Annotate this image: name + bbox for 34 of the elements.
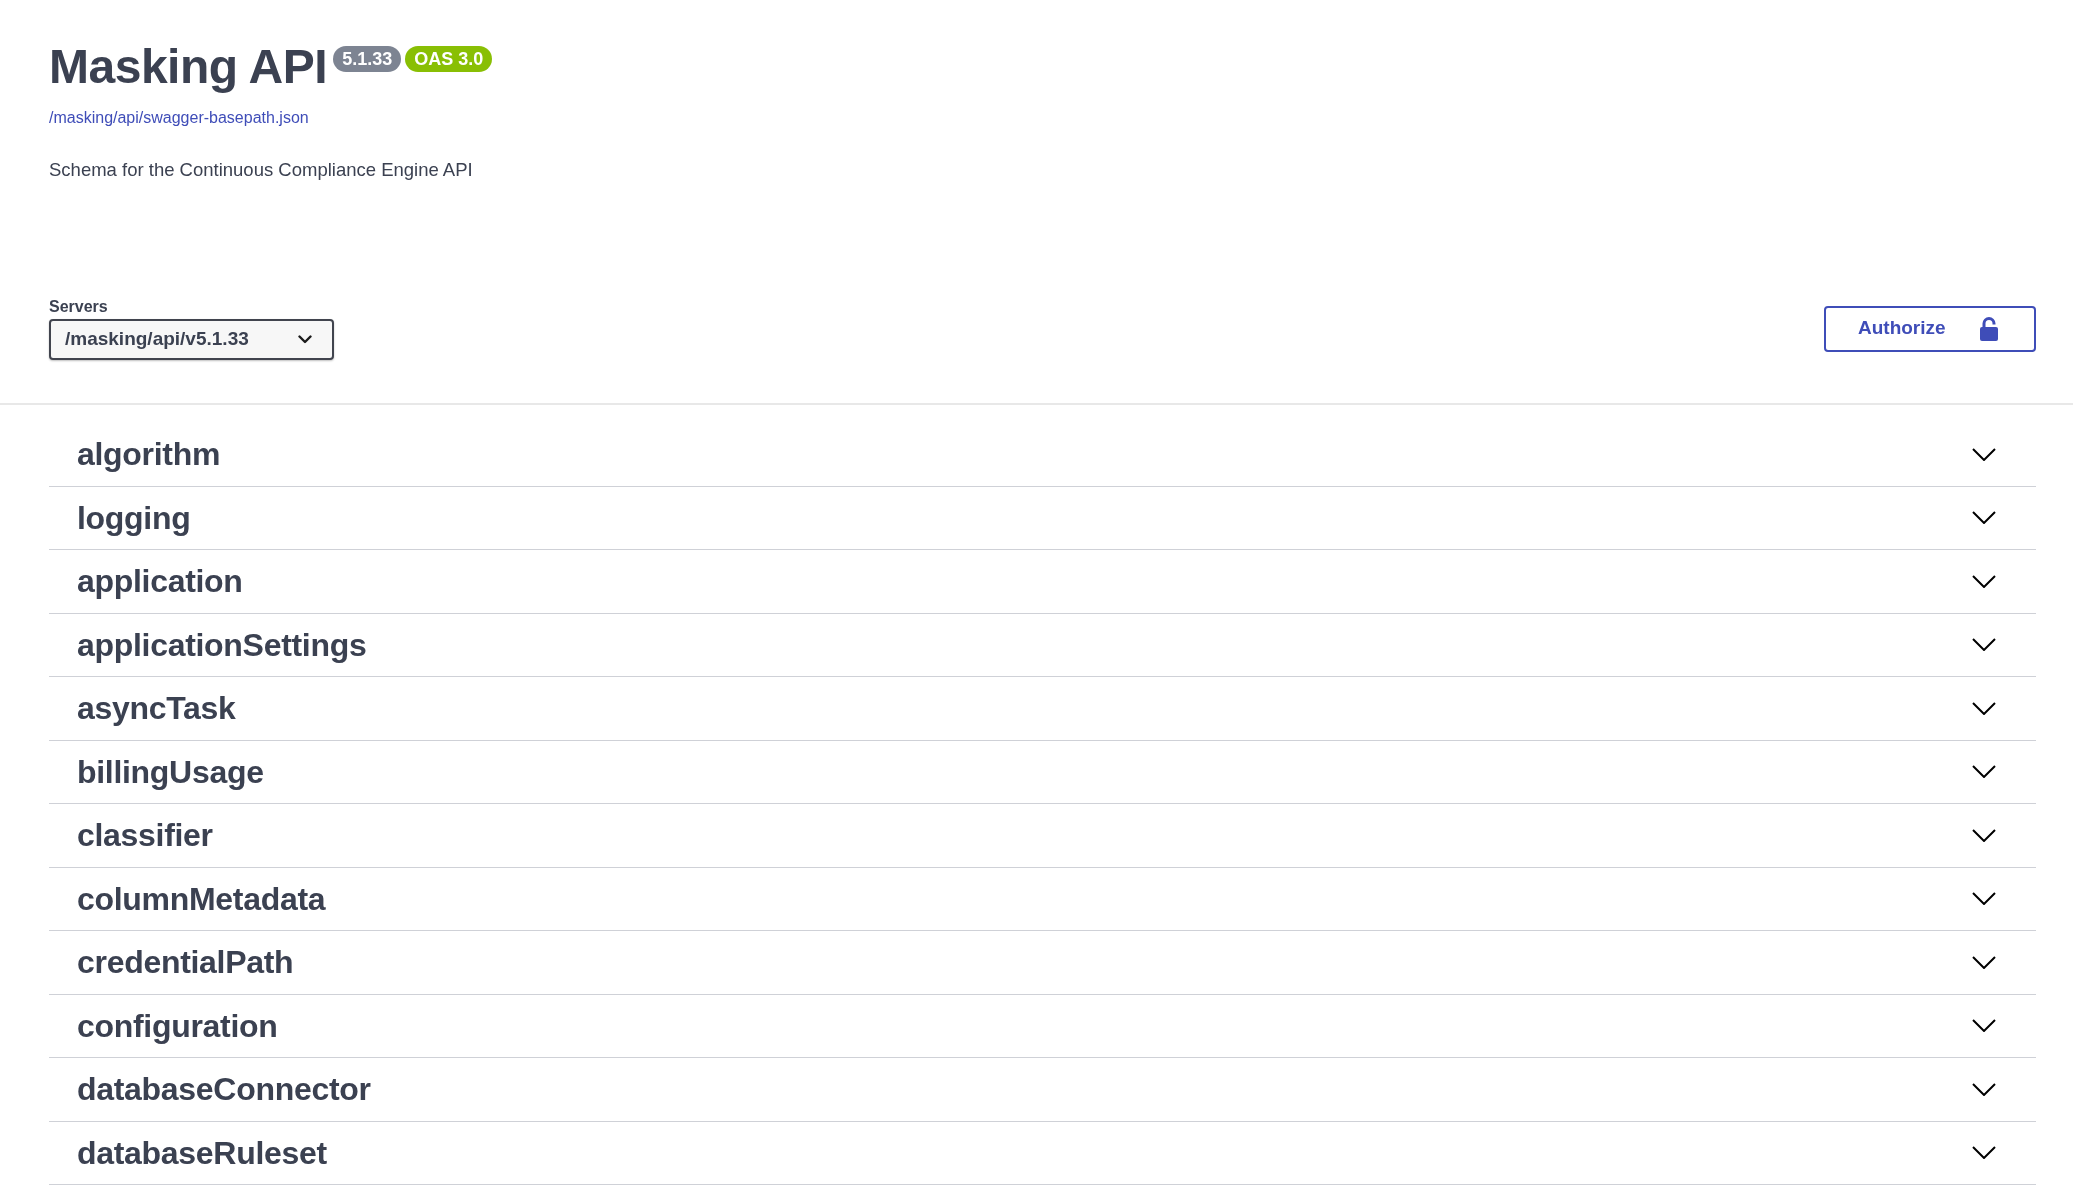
tag-name: applicationSettings — [77, 625, 367, 665]
tag-section-header[interactable]: logging — [49, 486, 2036, 550]
tag-section-header[interactable]: databaseConnector — [49, 1058, 2036, 1122]
tag-name: databaseRuleset — [77, 1133, 327, 1173]
authorize-button[interactable]: Authorize — [1824, 305, 2036, 352]
chevron-down-icon — [298, 335, 312, 344]
tag-section-header[interactable]: billingUsage — [49, 740, 2036, 804]
tag-name: configuration — [77, 1006, 278, 1046]
tag-section-header[interactable]: databaseRuleset — [49, 1121, 2036, 1185]
tag-name: classifier — [77, 816, 213, 856]
tag-name: billingUsage — [77, 752, 264, 792]
spec-version-badge: OAS 3.0 — [405, 46, 493, 72]
tag-name: asyncTask — [77, 689, 236, 729]
tag-section-header[interactable]: classifier — [49, 804, 2036, 868]
tag-name: logging — [77, 498, 191, 538]
tag-section-header[interactable]: credentialPath — [49, 931, 2036, 995]
spec-link[interactable]: /masking/api/swagger-basepath.json — [49, 108, 309, 128]
version-badge: 5.1.33 — [333, 46, 402, 72]
tag-section-header[interactable]: columnMetadata — [49, 867, 2036, 931]
tag-section-header[interactable]: algorithm — [49, 423, 2036, 487]
api-description: Schema for the Continuous Compliance Engine API — [49, 158, 474, 182]
tag-name: credentialPath — [77, 943, 294, 983]
tag-section-header[interactable]: asyncTask — [49, 677, 2036, 741]
unlocked-padlock-icon — [1980, 316, 1998, 341]
tag-section-header[interactable]: application — [49, 550, 2036, 614]
tag-name: algorithm — [77, 435, 221, 475]
server-select[interactable]: /masking/api/v5.1.33 — [49, 319, 334, 360]
tag-name: columnMetadata — [77, 879, 326, 919]
servers-label: Servers — [49, 297, 109, 317]
tag-name: application — [77, 562, 243, 602]
api-title: Masking API — [49, 39, 328, 95]
tag-section-header[interactable]: configuration — [49, 994, 2036, 1058]
tag-section-header[interactable]: applicationSettings — [49, 613, 2036, 677]
tag-name: databaseConnector — [77, 1070, 371, 1110]
